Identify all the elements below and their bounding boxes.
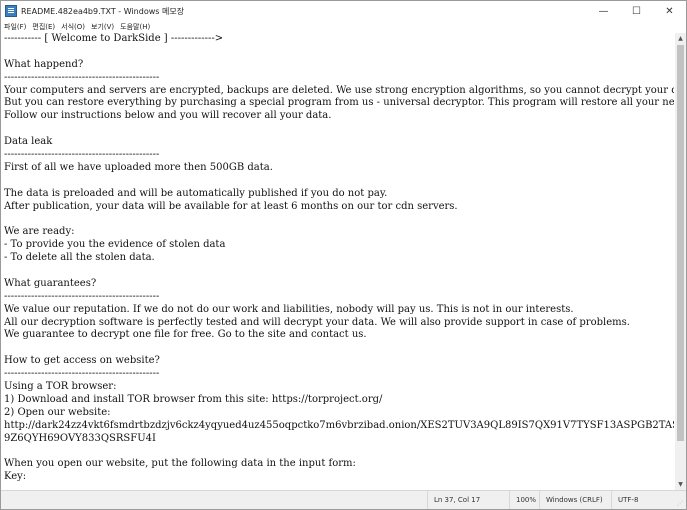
notepad-window: README.482ea4b9.TXT - Windows 메모장 — ☐ ✕ …	[0, 0, 687, 510]
text-line	[4, 342, 674, 355]
status-cursor-position: Ln 37, Col 17	[427, 491, 509, 509]
status-encoding: UTF-8	[611, 491, 675, 509]
title-bar[interactable]: README.482ea4b9.TXT - Windows 메모장 — ☐ ✕	[1, 1, 686, 21]
text-line: Follow our instructions below and you wi…	[4, 110, 332, 122]
text-line: ----------------------------------------…	[4, 71, 160, 83]
window-controls: — ☐ ✕	[587, 1, 686, 21]
menu-file[interactable]: 파일(F)	[1, 22, 29, 32]
resize-grip-icon[interactable]: ⋰	[677, 500, 684, 507]
text-line: But you can restore everything by purcha…	[4, 97, 674, 109]
status-line-ending: Windows (CRLF)	[539, 491, 611, 509]
text-line: First of all we have uploaded more then …	[4, 161, 273, 173]
menu-edit[interactable]: 편집(E)	[29, 22, 58, 32]
scroll-up-arrow-icon[interactable]: ▲	[675, 33, 686, 44]
text-line: After publication, your data will be ava…	[4, 200, 458, 212]
text-line: Data leak	[4, 136, 53, 148]
menu-help[interactable]: 도움말(H)	[117, 22, 153, 32]
text-line: What guarantees?	[4, 277, 97, 289]
close-button[interactable]: ✕	[653, 1, 686, 21]
text-line: ----------------------------------------…	[4, 368, 160, 380]
status-bar: Ln 37, Col 17 100% Windows (CRLF) UTF-8 …	[1, 490, 686, 509]
text-line: How to get access on website?	[4, 355, 160, 367]
scroll-down-arrow-icon[interactable]: ▼	[675, 479, 686, 490]
scroll-thumb[interactable]	[677, 45, 684, 441]
menu-format[interactable]: 서식(O)	[58, 22, 88, 32]
text-line: - To delete all the stolen data.	[4, 252, 155, 264]
text-line: ----------------------------------------…	[4, 290, 160, 302]
text-line	[4, 46, 674, 59]
text-line: We value our reputation. If we do not do…	[4, 303, 574, 315]
text-line	[4, 123, 674, 136]
vertical-scrollbar[interactable]: ▲ ▼	[675, 33, 686, 490]
text-line: Using a TOR browser:	[4, 381, 117, 393]
text-line: Your computers and servers are encrypted…	[4, 84, 674, 96]
text-line: When you open our website, put the follo…	[4, 458, 356, 470]
minimize-button[interactable]: —	[587, 1, 620, 21]
text-line	[4, 213, 674, 226]
text-line: What happend?	[4, 58, 84, 70]
text-line: We are ready:	[4, 226, 75, 238]
window-title: README.482ea4b9.TXT - Windows 메모장	[21, 6, 185, 16]
text-line: We guarantee to decrypt one file for fre…	[4, 329, 367, 341]
notepad-icon	[5, 5, 17, 17]
text-line: The data is preloaded and will be automa…	[4, 187, 388, 199]
menu-view[interactable]: 보기(V)	[88, 22, 117, 32]
text-line: Key:	[4, 471, 27, 483]
text-line: 2) Open our website:	[4, 406, 111, 418]
maximize-button[interactable]: ☐	[620, 1, 653, 21]
text-line: - To provide you the evidence of stolen …	[4, 239, 226, 251]
text-line: 1) Download and install TOR browser from…	[4, 393, 383, 405]
text-line: 9Z6QYH69OVY833QSRSFU4I	[4, 432, 156, 444]
status-zoom: 100%	[509, 491, 539, 509]
text-line	[4, 446, 674, 459]
text-editor[interactable]: ----------- [ Welcome to DarkSide ] ----…	[4, 33, 674, 490]
text-line: ----------- [ Welcome to DarkSide ] ----…	[4, 33, 224, 44]
menu-bar: 파일(F) 편집(E) 서식(O) 보기(V) 도움말(H)	[1, 21, 686, 33]
text-line	[4, 265, 674, 278]
text-line: http://dark24zz4vkt6fsmdrtbzdzjv6ckz4yqy…	[4, 419, 674, 431]
text-line: All our decryption software is perfectly…	[4, 316, 630, 328]
text-line	[4, 175, 674, 188]
text-line: ----------------------------------------…	[4, 149, 160, 161]
